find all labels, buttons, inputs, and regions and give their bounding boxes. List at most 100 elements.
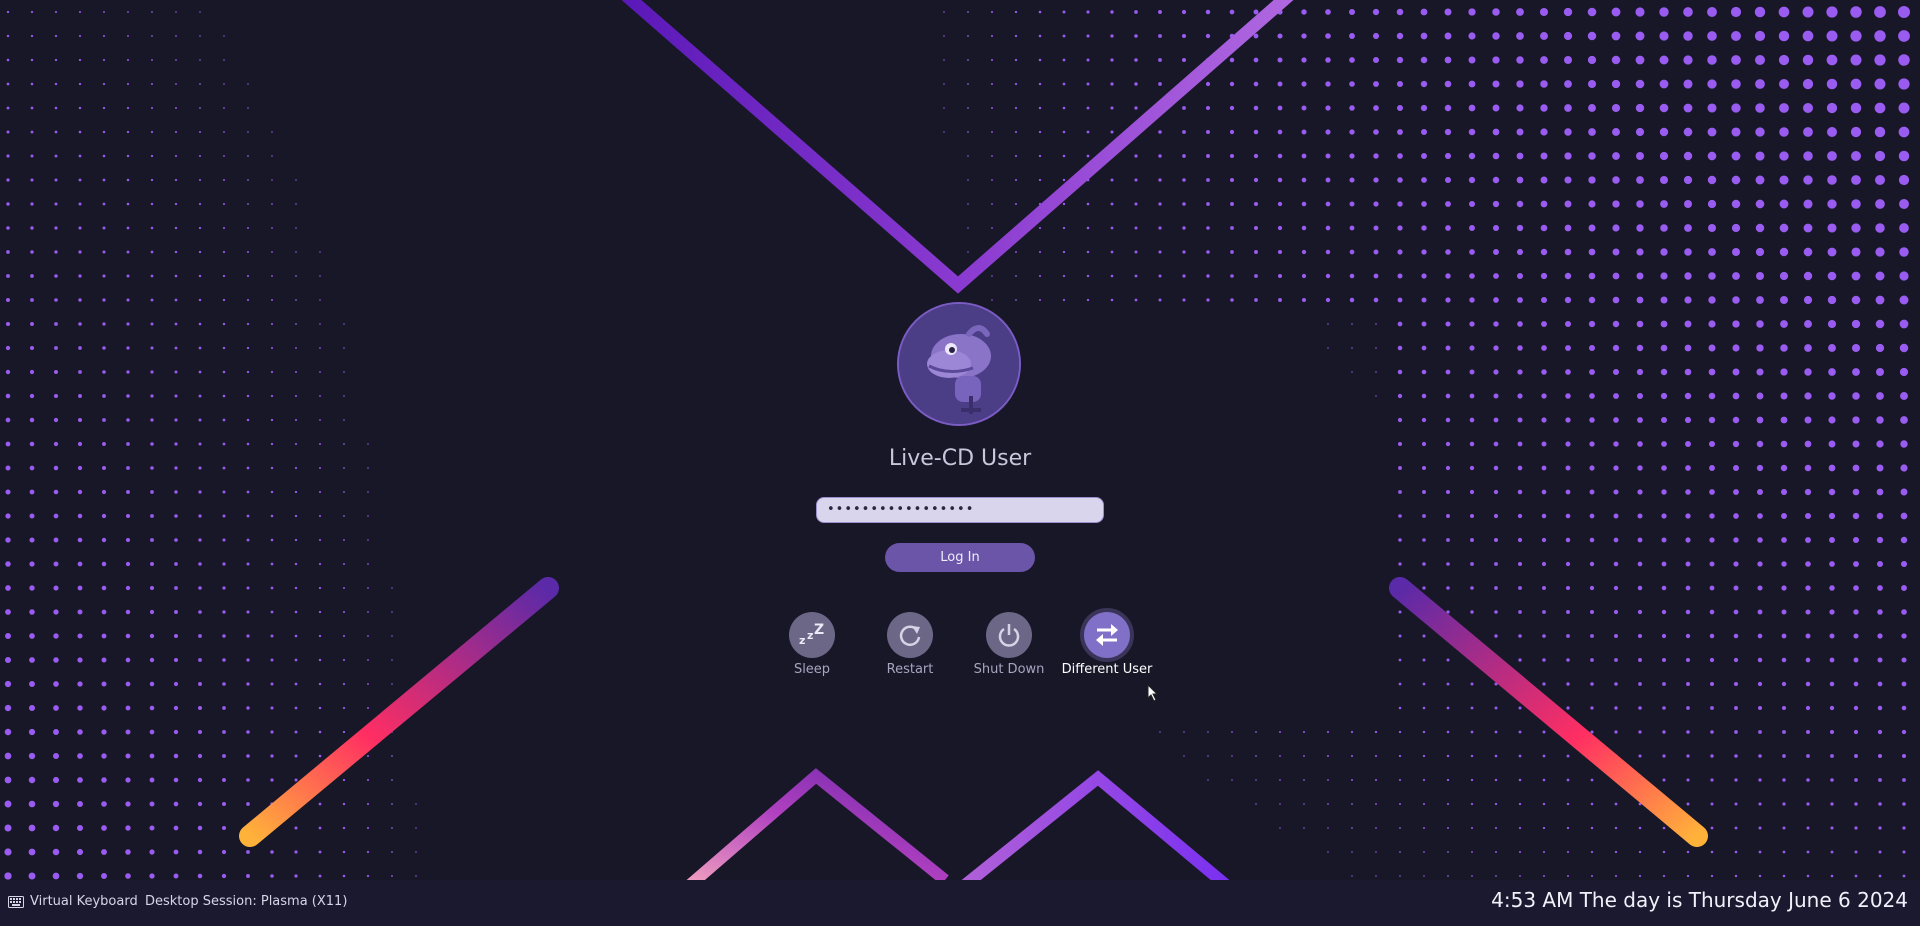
password-field[interactable]: ••••••••••••••••• [816,497,1104,523]
wallpaper-dot [197,825,203,831]
wallpaper-dot [77,417,83,423]
wallpaper-dot [1444,104,1452,112]
wallpaper-dot [1470,538,1474,542]
wallpaper-dot [30,322,34,326]
wallpaper-dot [1396,8,1404,16]
wallpaper-dot [198,394,202,398]
wallpaper-dot [1830,850,1834,854]
wallpaper-dot [1636,368,1644,376]
wallpaper-dot [150,178,154,182]
restart-button[interactable]: Restart [855,612,965,677]
wallpaper-dot [1874,6,1886,18]
desktop-session-selector[interactable]: Desktop Session: Plasma (X11) [145,894,347,909]
wallpaper-dot [246,490,250,494]
wallpaper-dot [1541,321,1547,327]
wallpaper-dot [126,394,130,398]
wallpaper-dot [1517,369,1523,375]
different-user-button[interactable]: Different User [1052,612,1162,677]
wallpaper-dot [174,250,178,254]
wallpaper-dot [77,489,83,495]
wallpaper-dot [1495,875,1497,877]
wallpaper-dot [1756,272,1764,280]
wallpaper-dot [1781,609,1787,615]
wallpaper-dot [1351,803,1353,805]
wallpaper-dot [6,82,10,86]
wallpaper-dot [1542,802,1546,806]
wallpaper-dot [101,633,107,639]
wallpaper-dot [1589,393,1595,399]
wallpaper-dot [1852,368,1860,376]
wallpaper-dot [1829,537,1835,543]
wallpaper-dot [1445,369,1451,375]
wallpaper-dot [1898,102,1910,114]
wallpaper-dot [1733,489,1739,495]
wallpaper-dot [1421,393,1427,399]
wallpaper-dot [102,82,106,86]
wallpaper-dot [1421,249,1427,255]
wallpaper-dot [295,179,297,181]
wallpaper-dot [1803,247,1813,257]
wallpaper-dot [1541,417,1547,423]
wallpaper-dot [1422,586,1426,590]
wallpaper-dot [5,609,11,615]
wallpaper-dot [222,778,226,782]
wallpaper-dot [52,752,60,760]
wallpaper-dot [54,226,58,230]
wallpaper-dot [246,634,250,638]
wallpaper-dot [1494,706,1498,710]
wallpaper-dot [1708,296,1716,304]
wallpaper-dot [1229,9,1235,15]
wallpaper-dot [1325,105,1331,111]
login-button[interactable]: Log In [885,543,1035,572]
wallpaper-dot [1110,82,1114,86]
wallpaper-dot [197,873,203,879]
wallpaper-dot [6,106,10,110]
wallpaper-dot [1635,79,1645,89]
wallpaper-dot [173,753,179,759]
wallpaper-dot [1086,130,1090,134]
wallpaper-dot [1878,802,1882,806]
wallpaper-dot [991,155,993,157]
wallpaper-dot [1899,343,1909,353]
wallpaper-dot [1804,368,1812,376]
wallpaper-dot [30,130,34,134]
wallpaper-dot [6,202,10,206]
sleep-button[interactable]: z z Z Sleep [757,612,867,677]
wallpaper-dot [222,274,226,278]
wallpaper-dot [1182,250,1186,254]
wallpaper-dot [1709,537,1715,543]
wallpaper-dot [1015,299,1017,301]
wallpaper-dot [343,515,345,517]
wallpaper-dot [1802,6,1814,18]
wallpaper-dot [30,82,34,86]
wallpaper-dot [1731,127,1741,137]
wallpaper-dot [1038,10,1042,14]
virtual-keyboard-button[interactable]: Virtual Keyboard [8,894,138,909]
wallpaper-dot [246,802,250,806]
shutdown-button[interactable]: Shut Down [954,612,1064,677]
wallpaper-dot [150,562,154,566]
wallpaper-dot [1635,31,1645,41]
wallpaper-dot [199,83,201,85]
wallpaper-dot [1636,392,1644,400]
wallpaper-dot [1587,31,1597,41]
wallpaper-dot [991,299,993,301]
wallpaper-dot [223,179,225,181]
wallpaper-dot [270,418,274,422]
wallpaper-dot [78,178,82,182]
wallpaper-dot [1613,441,1619,447]
wallpaper-dot [1422,706,1426,710]
wallpaper-dot [30,226,34,230]
wallpaper-dot [1781,633,1787,639]
wallpaper-dot [1349,225,1355,231]
wallpaper-dot [1734,874,1738,878]
wallpaper-dot [1755,127,1765,137]
wallpaper-dot [1014,130,1018,134]
wallpaper-dot [1325,273,1331,279]
wallpaper-dot [1038,106,1042,110]
wallpaper-dot [1637,489,1643,495]
wallpaper-dot [1398,730,1402,734]
wallpaper-dot [1255,755,1257,757]
wallpaper-dot [1757,489,1763,495]
wallpaper-dot [1375,347,1377,349]
